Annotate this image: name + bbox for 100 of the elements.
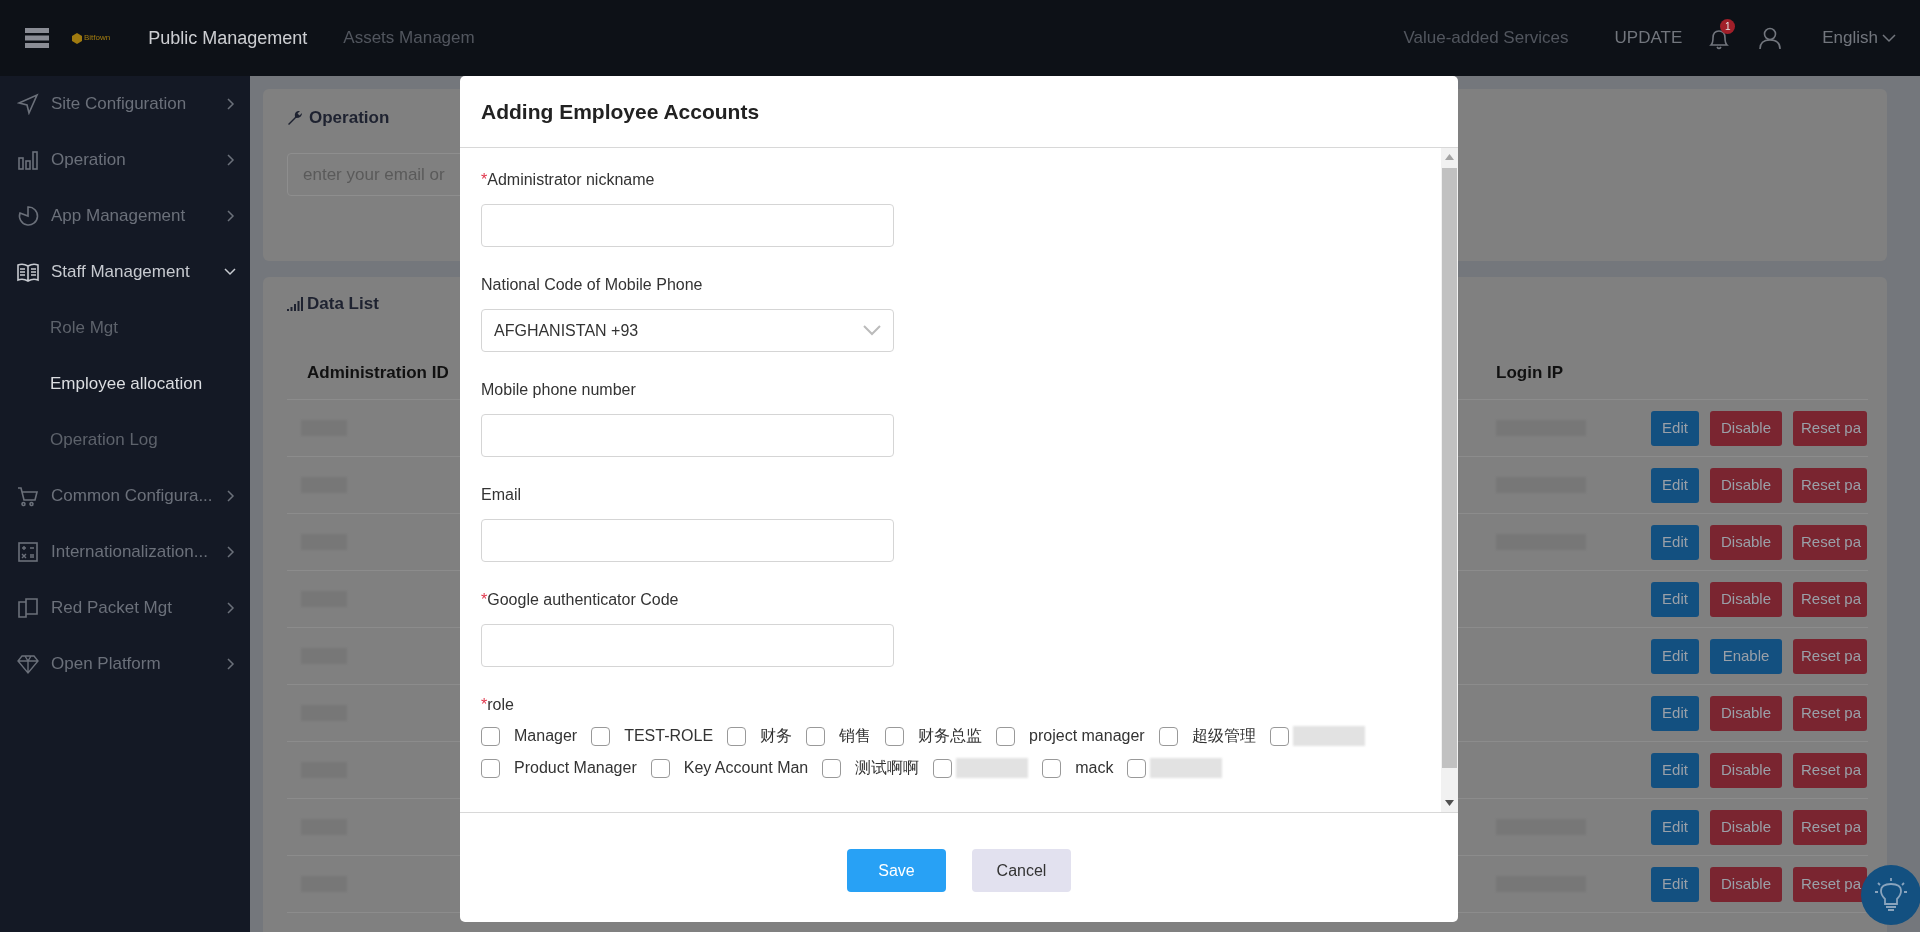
field-label: *Google authenticator Code bbox=[481, 590, 680, 610]
disable-button[interactable]: Disable bbox=[1710, 752, 1782, 788]
checkbox-label: 测试啊啊 bbox=[855, 758, 920, 778]
disable-button[interactable]: Disable bbox=[1710, 524, 1782, 560]
country-code-select[interactable]: AFGHANISTAN +93 bbox=[481, 309, 894, 352]
checkbox[interactable] bbox=[1042, 758, 1062, 778]
sidebar-subitem[interactable]: Operation Log bbox=[0, 412, 250, 468]
reset-password-button[interactable]: Reset pa bbox=[1793, 581, 1867, 617]
edit-button[interactable]: Edit bbox=[1651, 524, 1699, 560]
checkbox[interactable] bbox=[1269, 726, 1289, 746]
field-label: Email bbox=[481, 485, 522, 505]
reset-password-button[interactable]: Reset pa bbox=[1793, 695, 1867, 731]
disable-button[interactable]: Disable bbox=[1710, 467, 1782, 503]
notification-badge: 1 bbox=[1720, 19, 1736, 34]
sidebar-item[interactable]: Site Configuration bbox=[0, 76, 250, 132]
reset-password-button[interactable]: Reset pa bbox=[1793, 866, 1867, 902]
checkbox[interactable] bbox=[481, 726, 500, 746]
checkbox[interactable] bbox=[806, 726, 826, 746]
field-label: *Administrator nickname bbox=[481, 170, 656, 190]
sidebar-item[interactable]: Open Platform bbox=[0, 636, 250, 692]
signal-bars-icon bbox=[287, 297, 303, 311]
checkbox-label: mack bbox=[1075, 758, 1114, 778]
input-field[interactable] bbox=[481, 414, 894, 457]
checkbox[interactable] bbox=[650, 758, 670, 778]
column-header: Login IP bbox=[1496, 361, 1565, 384]
app-title[interactable]: Public Management bbox=[148, 24, 308, 52]
scrollbar-thumb[interactable] bbox=[1442, 168, 1457, 768]
pie-icon bbox=[17, 205, 39, 227]
reset-password-button[interactable]: Reset pa bbox=[1793, 467, 1867, 503]
disable-button[interactable]: Disable bbox=[1710, 866, 1782, 902]
checkbox-label: 财务总监 bbox=[918, 726, 983, 746]
edit-button[interactable]: Edit bbox=[1651, 695, 1699, 731]
input-field[interactable] bbox=[481, 519, 894, 562]
field-label: National Code of Mobile Phone bbox=[481, 275, 704, 295]
field-label: Mobile phone number bbox=[481, 380, 637, 400]
checkbox-label: Product Manager bbox=[514, 758, 637, 778]
checkbox[interactable] bbox=[933, 758, 953, 778]
edit-button[interactable]: Edit bbox=[1651, 467, 1699, 503]
checkbox-label: Manager bbox=[514, 726, 578, 746]
enable-button[interactable]: Enable bbox=[1710, 638, 1782, 674]
checkbox[interactable] bbox=[1158, 726, 1178, 746]
reset-password-button[interactable]: Reset pa bbox=[1793, 809, 1867, 845]
calculator-icon bbox=[17, 541, 39, 563]
diamond-icon bbox=[17, 653, 39, 675]
disable-button[interactable]: Disable bbox=[1710, 581, 1782, 617]
brand-name: Bitfown bbox=[84, 32, 111, 44]
server-menu-icon[interactable] bbox=[24, 27, 50, 49]
card-title: Data List bbox=[307, 293, 379, 316]
checkbox[interactable] bbox=[481, 758, 500, 778]
cart-icon bbox=[17, 485, 39, 507]
checkbox[interactable] bbox=[885, 726, 905, 746]
edit-button[interactable]: Edit bbox=[1651, 638, 1699, 674]
book-icon bbox=[17, 261, 39, 283]
bar-chart-icon bbox=[17, 149, 39, 171]
reset-password-button[interactable]: Reset pa bbox=[1793, 410, 1867, 446]
input-field[interactable] bbox=[481, 204, 894, 247]
sidebar-subitem[interactable]: Employee allocation bbox=[0, 356, 250, 412]
save-button[interactable]: Save bbox=[847, 849, 946, 892]
checkbox-label: project manager bbox=[1029, 726, 1145, 746]
edit-button[interactable]: Edit bbox=[1651, 410, 1699, 446]
chevron-down-icon bbox=[1882, 33, 1896, 43]
sidebar-item[interactable]: App Management bbox=[0, 188, 250, 244]
nav-link[interactable]: Value-added Services bbox=[1403, 25, 1569, 51]
checkbox-label: TEST-ROLE bbox=[624, 726, 714, 746]
scrollbar[interactable] bbox=[1441, 148, 1458, 812]
checkbox[interactable] bbox=[996, 726, 1016, 746]
user-icon[interactable] bbox=[1758, 26, 1783, 50]
checkbox-label: 销售 bbox=[839, 726, 872, 746]
checkbox[interactable] bbox=[591, 726, 611, 746]
scroll-up-icon[interactable] bbox=[1445, 154, 1454, 160]
edit-button[interactable]: Edit bbox=[1651, 866, 1699, 902]
sidebar-item[interactable]: Red Packet Mgt bbox=[0, 580, 250, 636]
update-link[interactable]: UPDATE bbox=[1614, 25, 1683, 51]
sidebar-item[interactable]: Common Configura... bbox=[0, 468, 250, 524]
wrench-icon bbox=[287, 110, 303, 126]
checkbox[interactable] bbox=[727, 726, 747, 746]
cancel-button[interactable]: Cancel bbox=[972, 849, 1071, 892]
sidebar-item[interactable]: Staff Management bbox=[0, 244, 250, 300]
edit-button[interactable]: Edit bbox=[1651, 809, 1699, 845]
checkbox[interactable] bbox=[822, 758, 842, 778]
language-selector[interactable]: English bbox=[1822, 25, 1896, 51]
send-icon bbox=[17, 93, 39, 115]
edit-button[interactable]: Edit bbox=[1651, 752, 1699, 788]
column-header: Administration ID bbox=[306, 361, 450, 384]
checkbox-label: Key Account Man bbox=[683, 758, 809, 778]
input-field[interactable] bbox=[481, 624, 894, 667]
nav-link[interactable]: Assets Managem bbox=[343, 25, 475, 51]
reset-password-button[interactable]: Reset pa bbox=[1793, 524, 1867, 560]
sidebar-subitem[interactable]: Role Mgt bbox=[0, 300, 250, 356]
sidebar-item[interactable]: Internationalization... bbox=[0, 524, 250, 580]
checkbox[interactable] bbox=[1127, 758, 1147, 778]
scroll-down-icon[interactable] bbox=[1445, 800, 1454, 806]
disable-button[interactable]: Disable bbox=[1710, 809, 1782, 845]
dialog-title: Adding Employee Accounts bbox=[481, 98, 760, 125]
reset-password-button[interactable]: Reset pa bbox=[1793, 638, 1867, 674]
sidebar-item[interactable]: Operation bbox=[0, 132, 250, 188]
disable-button[interactable]: Disable bbox=[1710, 695, 1782, 731]
edit-button[interactable]: Edit bbox=[1651, 581, 1699, 617]
reset-password-button[interactable]: Reset pa bbox=[1793, 752, 1867, 788]
disable-button[interactable]: Disable bbox=[1710, 410, 1782, 446]
